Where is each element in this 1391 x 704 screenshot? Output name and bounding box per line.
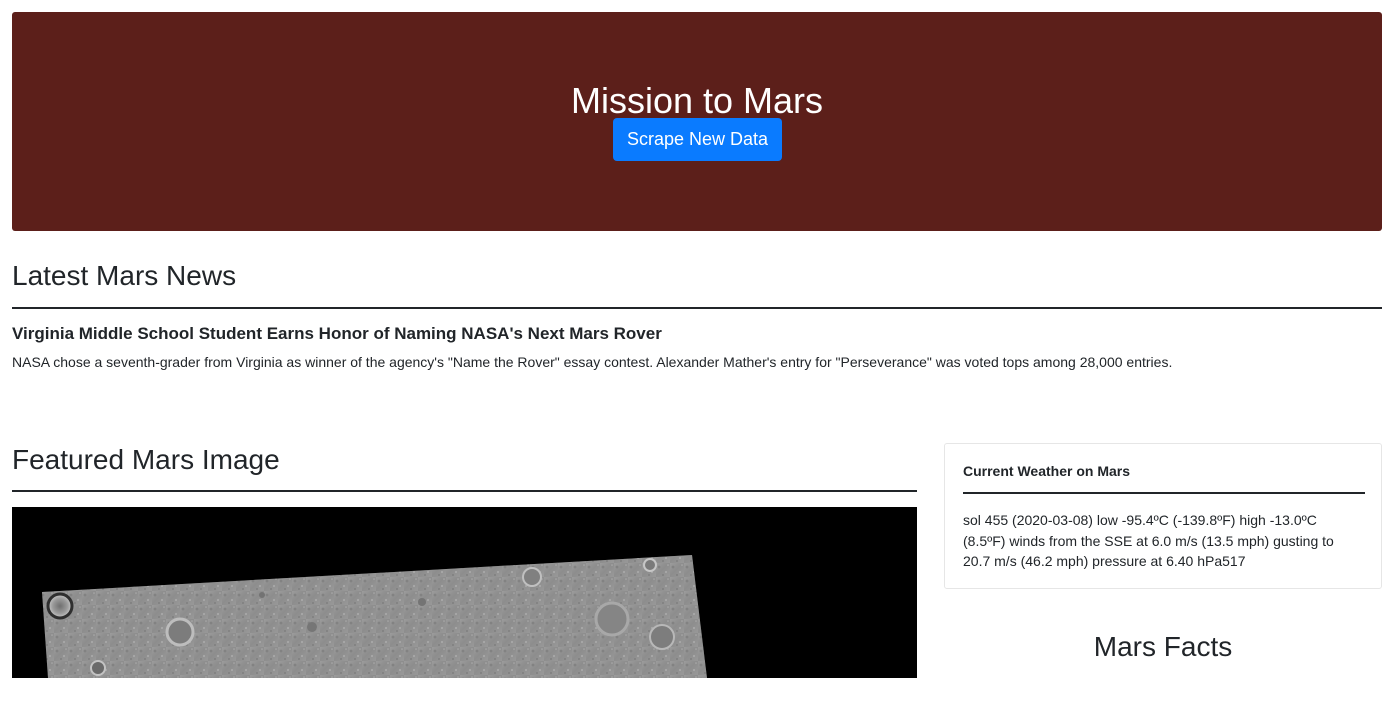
mars-surface-image <box>12 507 917 678</box>
weather-report: sol 455 (2020-03-08) low -95.4ºC (-139.8… <box>963 512 1334 569</box>
page-title: Mission to Mars <box>570 80 824 121</box>
news-teaser: NASA chose a seventh-grader from Virgini… <box>12 354 1173 370</box>
mars-facts-title: Mars Facts <box>1093 631 1233 662</box>
featured-image-section-title: Featured Mars Image <box>12 444 280 475</box>
jumbotron-header: Mission to Mars Scrape New Data <box>12 12 1382 231</box>
featured-mars-image <box>12 507 917 678</box>
news-divider <box>12 307 1382 309</box>
weather-divider <box>963 492 1365 494</box>
news-section-title: Latest Mars News <box>12 260 237 291</box>
scrape-new-data-button[interactable]: Scrape New Data <box>613 118 782 161</box>
featured-image-divider <box>12 490 917 492</box>
news-headline: Virginia Middle School Student Earns Hon… <box>12 324 662 343</box>
weather-card: Current Weather on Mars sol 455 (2020-03… <box>944 443 1382 589</box>
weather-title: Current Weather on Mars <box>963 463 1130 479</box>
